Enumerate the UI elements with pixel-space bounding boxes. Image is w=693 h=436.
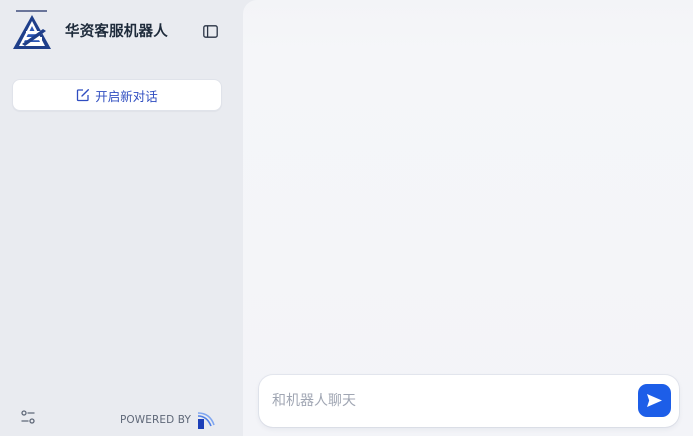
powered-by: POWERED BY (120, 411, 216, 429)
app-title: 华资客服机器人 (65, 24, 168, 40)
new-chat-label: 开启新对话 (95, 88, 158, 104)
settings-sliders-icon[interactable] (19, 408, 37, 426)
brand-logo-icon (196, 411, 216, 429)
sidebar: 华资客服机器人 开启新对话 POWERED BY (0, 0, 243, 436)
chat-panel (243, 0, 693, 436)
chat-composer (259, 375, 679, 427)
send-icon (647, 394, 662, 407)
edit-icon (76, 88, 90, 102)
sidebar-toggle-icon[interactable] (200, 22, 220, 40)
logo-icon (10, 9, 54, 53)
powered-by-text: POWERED BY (120, 414, 192, 426)
app-window: 华资客服机器人 开启新对话 POWERED BY 和机器人聊天 (0, 0, 693, 436)
new-chat-button[interactable]: 开启新对话 (12, 79, 222, 111)
message-list (243, 0, 693, 366)
chat-input[interactable] (272, 388, 622, 414)
send-button[interactable] (638, 384, 671, 417)
